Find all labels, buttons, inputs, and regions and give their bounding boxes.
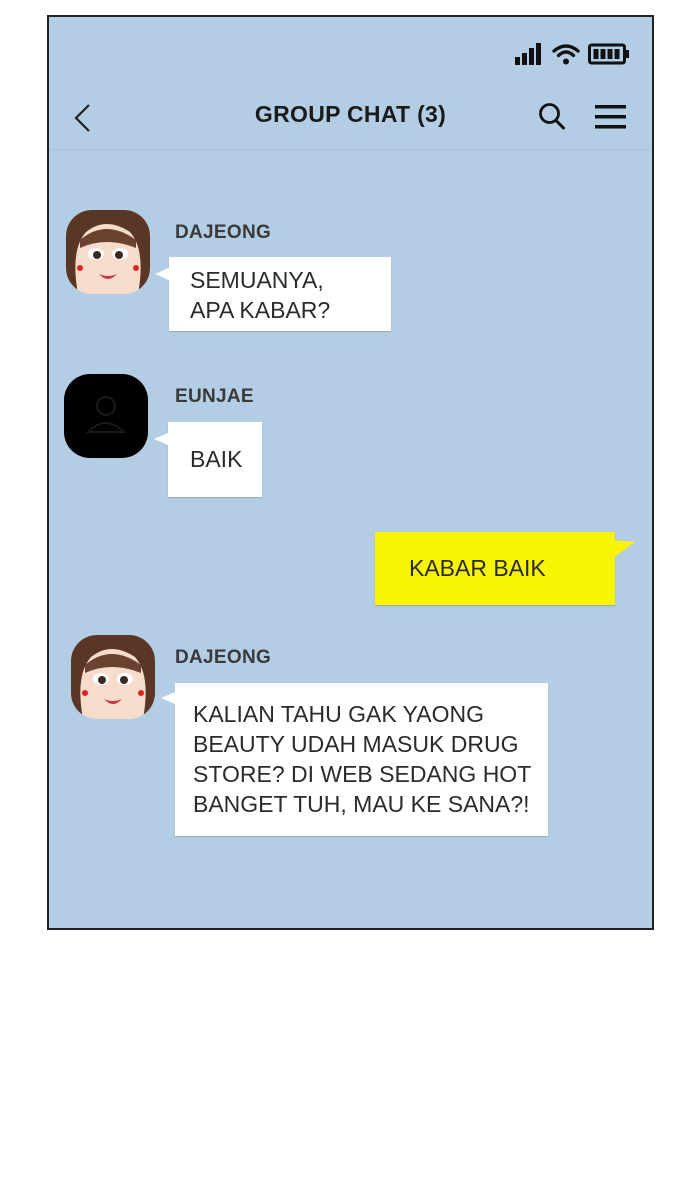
outgoing-message-bubble[interactable]: KABAR BAIK [375, 532, 635, 605]
wifi-icon [552, 44, 580, 65]
bubble-tail [155, 267, 171, 281]
sender-name: EUNJAE [175, 386, 254, 407]
message-bubble[interactable]: SEMUANYA, APA KABAR? [155, 257, 391, 331]
menu-button[interactable] [594, 103, 628, 131]
bubble-tail [613, 540, 635, 558]
avatar-dajeong[interactable] [66, 210, 150, 294]
message-text: KALIAN TAHU GAK YAONG BEAUTY UDAH MASUK … [193, 701, 532, 817]
sender-name: DAJEONG [175, 222, 272, 243]
chat-screen: GROUP CHAT (3) DAJEONG SEMUANYA, APA KAB… [47, 15, 654, 930]
default-user-icon [85, 396, 127, 433]
hamburger-menu-icon [595, 105, 626, 129]
status-bar [514, 43, 630, 65]
battery-icon [588, 43, 629, 65]
avatar-illustration [71, 635, 155, 719]
signal-icon [515, 43, 541, 65]
sender-name: DAJEONG [175, 647, 272, 668]
avatar-eunjae[interactable] [64, 374, 148, 458]
message-text: BAIK [190, 446, 243, 472]
message-text: SEMUANYA, APA KABAR? [190, 267, 331, 323]
search-button[interactable] [538, 101, 566, 131]
message-bubble[interactable]: BAIK [154, 422, 262, 497]
avatar-illustration [66, 210, 150, 294]
message-text: KABAR BAIK [409, 555, 546, 581]
bubble-tail [161, 691, 177, 705]
chat-header: GROUP CHAT (3) [49, 87, 652, 150]
bubble-tail [154, 432, 170, 446]
message-bubble[interactable]: KALIAN TAHU GAK YAONG BEAUTY UDAH MASUK … [161, 683, 548, 836]
search-icon [539, 103, 565, 130]
avatar-dajeong[interactable] [71, 635, 155, 719]
